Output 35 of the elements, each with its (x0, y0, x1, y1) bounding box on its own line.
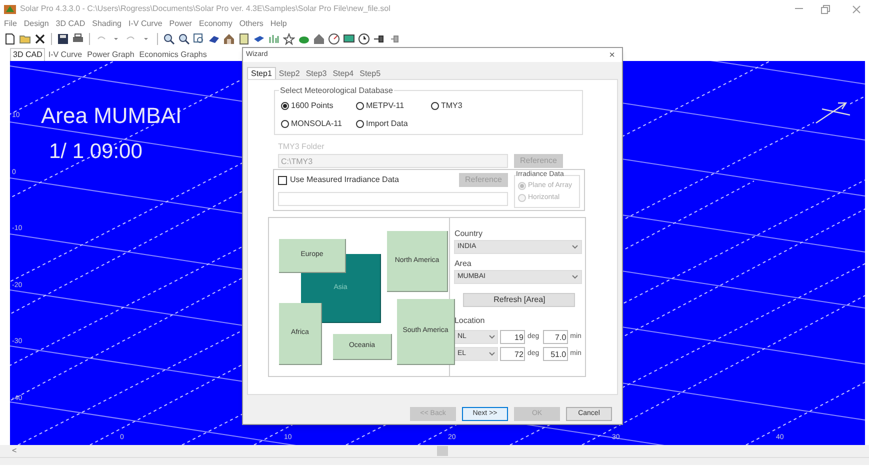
degree-field[interactable]: 19 (500, 330, 526, 344)
menu-item[interactable]: Design (24, 18, 49, 30)
menu-item[interactable]: Power (169, 18, 192, 30)
radio-label: METPV-11 (366, 100, 404, 112)
refresh-button[interactable]: Refresh [Area] (463, 293, 576, 307)
step-tab[interactable]: Step1 (247, 67, 276, 79)
menu-item[interactable]: Shading (92, 18, 122, 30)
menu-item[interactable]: Economy (198, 18, 232, 30)
group-legend: Select Meteorological Database (279, 85, 394, 97)
area-label: Area MUMBAI (41, 102, 182, 130)
minute-field[interactable]: 7.0 (543, 330, 568, 344)
radio-label: 1600 Points (291, 100, 334, 112)
radio-label: Import Data (366, 118, 408, 130)
checkbox-label: Use Measured Irradiance Data (290, 174, 399, 186)
radio-label: MONSOLA-11 (291, 118, 342, 130)
field-label: TMY3 Folder (278, 141, 326, 153)
menu-item[interactable]: Help (270, 18, 287, 30)
field-label: Location (454, 315, 486, 327)
field-label: Country (454, 228, 484, 240)
minute-field[interactable]: 51.0 (543, 347, 568, 361)
view-tab[interactable]: I-V Curve (46, 49, 84, 61)
view-tab[interactable]: 3D CAD (10, 48, 46, 61)
scroll-left-button[interactable]: < (12, 445, 17, 457)
menu-item[interactable]: 3D CAD (56, 18, 86, 30)
time-label: 1/ 1 09:00 (49, 139, 142, 165)
menu-item[interactable]: File (4, 18, 17, 30)
view-tab[interactable]: Economics Graphs (137, 49, 209, 61)
menu-item[interactable]: Others (239, 18, 264, 30)
window-title: Solar Pro 4.3.3.0 - C:\Users\Rogress\Documents\Solar Pro ver. 4.3E\Samples\Solar Pro File\new_file.sol (20, 3, 392, 15)
radio-label: TMY3 (441, 100, 462, 112)
field-label: Area (454, 258, 472, 270)
degree-field[interactable]: 72 (500, 347, 526, 361)
view-tab[interactable]: Power Graph (85, 49, 136, 61)
menu-item[interactable]: I-V Curve (128, 18, 162, 30)
close-button[interactable]: × (609, 48, 615, 62)
